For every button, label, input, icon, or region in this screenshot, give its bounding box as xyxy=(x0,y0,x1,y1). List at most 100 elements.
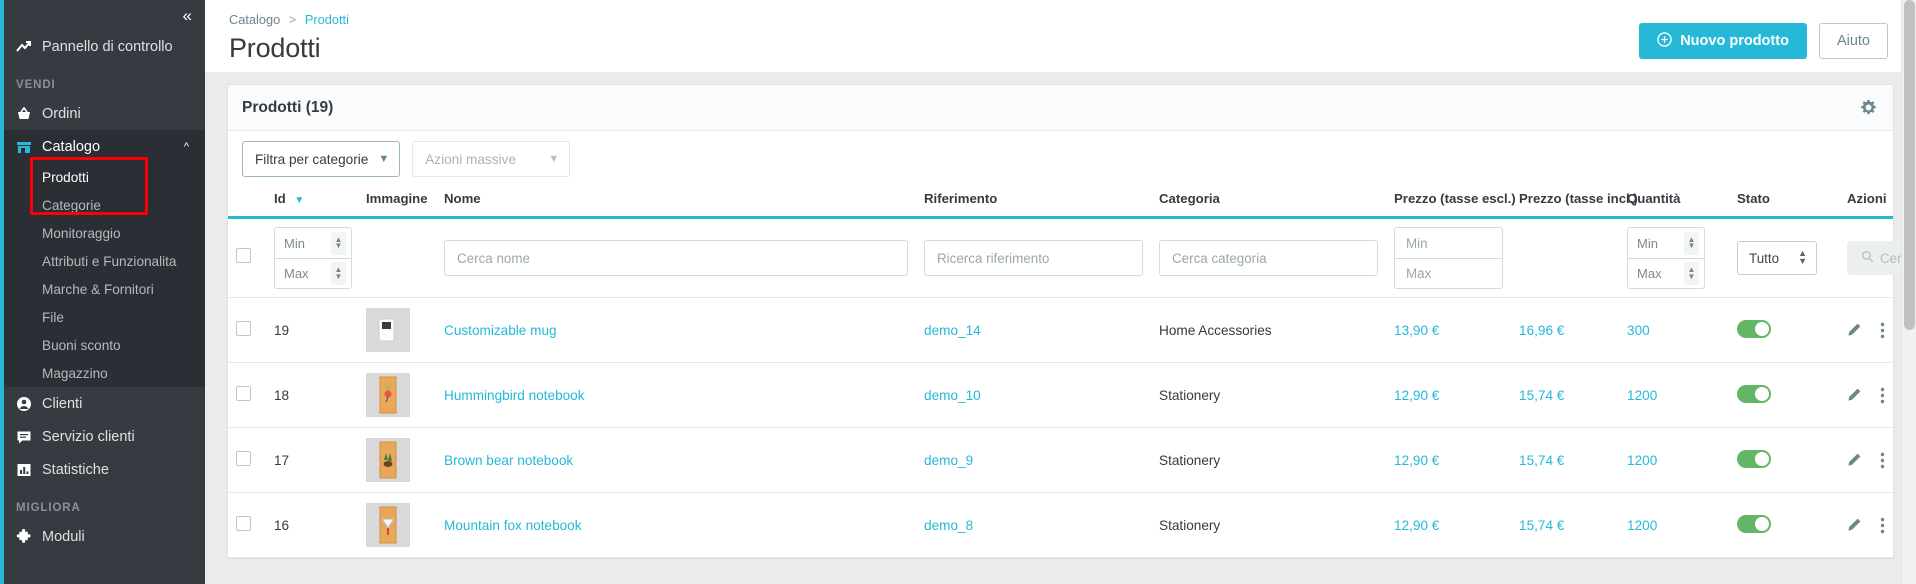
price-excl-min-input[interactable]: Min xyxy=(1394,227,1504,258)
product-thumbnail[interactable] xyxy=(366,373,410,417)
price-incl-value[interactable]: 15,74 € xyxy=(1519,518,1564,533)
quantity-value[interactable]: 1200 xyxy=(1627,388,1657,403)
sidebar-item-moduli[interactable]: Moduli xyxy=(0,520,205,553)
page-scrollbar[interactable] xyxy=(1901,0,1916,584)
select-all-checkbox[interactable] xyxy=(236,248,251,263)
header-category[interactable]: Categoria xyxy=(1151,187,1387,219)
price-excl-value[interactable]: 12,90 € xyxy=(1394,453,1439,468)
price-excl-max-input[interactable]: Max xyxy=(1394,258,1504,289)
breadcrumb-parent[interactable]: Catalogo xyxy=(229,12,280,27)
sidebar-item-servizio-clienti[interactable]: Servizio clienti xyxy=(0,420,205,453)
sidebar-subitem-categorie[interactable]: Categorie xyxy=(0,191,205,219)
gear-icon[interactable] xyxy=(1860,99,1877,116)
new-product-button[interactable]: Nuovo prodotto xyxy=(1639,23,1807,59)
edit-icon[interactable] xyxy=(1846,387,1862,403)
sidebar-subitem-buoni-sconto[interactable]: Buoni sconto xyxy=(0,331,205,359)
status-filter-select[interactable]: Tutto ▲ ▼ xyxy=(1737,241,1818,275)
status-toggle[interactable] xyxy=(1737,384,1772,403)
id-min-input[interactable]: Min ▲ ▼ xyxy=(274,227,352,258)
header-image[interactable]: Immagine xyxy=(358,187,436,219)
sidebar-item-dashboard[interactable]: Pannello di controllo xyxy=(0,30,205,63)
sidebar-item-ordini[interactable]: Ordini xyxy=(0,97,205,130)
reference-search-input[interactable]: Ricerca riferimento xyxy=(924,240,1144,276)
header-id[interactable]: Id ▼ xyxy=(266,187,358,219)
name-search-input[interactable]: Cerca nome xyxy=(444,240,909,276)
more-actions-icon[interactable] xyxy=(1880,387,1885,404)
quantity-value[interactable]: 1200 xyxy=(1627,518,1657,533)
product-name-link[interactable]: Mountain fox notebook xyxy=(444,518,582,533)
product-reference-link[interactable]: demo_10 xyxy=(924,388,981,403)
cell-price-excl: 12,90 € xyxy=(1386,363,1511,428)
sidebar-item-catalogo[interactable]: Catalogo ^ xyxy=(0,130,205,163)
collapse-sidebar-icon[interactable]: « xyxy=(183,7,193,24)
more-actions-icon[interactable] xyxy=(1880,322,1885,339)
sidebar-item-clienti[interactable]: Clienti xyxy=(0,387,205,420)
sidebar-subitem-file[interactable]: File xyxy=(0,303,205,331)
filter-by-category-select[interactable]: Filtra per categorie ▼ xyxy=(242,141,401,177)
product-thumbnail[interactable] xyxy=(366,503,410,547)
product-name-link[interactable]: Brown bear notebook xyxy=(444,453,573,468)
row-checkbox[interactable] xyxy=(236,321,251,336)
header-quantity[interactable]: Quantità xyxy=(1619,187,1730,219)
row-checkbox[interactable] xyxy=(236,386,251,401)
bulk-actions-select[interactable]: Azioni massive ▼ xyxy=(412,141,571,177)
id-max-input[interactable]: Max ▲ ▼ xyxy=(274,258,352,289)
category-search-placeholder: Cerca categoria xyxy=(1172,250,1267,266)
more-actions-icon[interactable] xyxy=(1880,452,1885,469)
table-row[interactable]: 17 Brown bear notebook demo_9 Stationery 12,… xyxy=(228,428,1893,493)
sidebar-subitem-prodotti[interactable]: Prodotti xyxy=(0,163,205,191)
status-toggle[interactable] xyxy=(1737,319,1772,338)
price-incl-value[interactable]: 15,74 € xyxy=(1519,388,1564,403)
header-reference[interactable]: Riferimento xyxy=(916,187,1152,219)
chevron-down-icon[interactable]: ▼ xyxy=(294,195,304,206)
status-toggle[interactable] xyxy=(1737,449,1772,468)
help-button[interactable]: Aiuto xyxy=(1818,23,1888,59)
stepper-icon[interactable]: ▲ ▼ xyxy=(1684,262,1700,285)
scrollbar-thumb[interactable] xyxy=(1904,0,1915,330)
header-name[interactable]: Nome xyxy=(436,187,917,219)
sidebar-subitem-attributi[interactable]: Attributi e Funzionalita xyxy=(0,247,205,275)
price-excl-value[interactable]: 12,90 € xyxy=(1394,518,1439,533)
price-excl-value[interactable]: 12,90 € xyxy=(1394,388,1439,403)
sidebar-item-statistiche[interactable]: Statistiche xyxy=(0,453,205,486)
product-thumbnail[interactable] xyxy=(366,438,410,482)
row-checkbox[interactable] xyxy=(236,451,251,466)
table-row[interactable]: 19 Customizable mug demo_14 Home Accessorie… xyxy=(228,298,1893,363)
quantity-value[interactable]: 1200 xyxy=(1627,453,1657,468)
product-name-link[interactable]: Hummingbird notebook xyxy=(444,388,585,403)
header-price-excl[interactable]: Prezzo (tasse escl.) xyxy=(1386,187,1516,219)
product-reference-link[interactable]: demo_9 xyxy=(924,453,973,468)
more-actions-icon[interactable] xyxy=(1880,517,1885,534)
price-excl-value[interactable]: 13,90 € xyxy=(1394,323,1439,338)
sidebar-subitem-monitoraggio[interactable]: Monitoraggio xyxy=(0,219,205,247)
quantity-min-input[interactable]: Min ▲ ▼ xyxy=(1627,227,1706,258)
price-incl-value[interactable]: 16,96 € xyxy=(1519,323,1564,338)
sidebar-subitem-magazzino[interactable]: Magazzino xyxy=(0,359,205,387)
sidebar-subitem-marche-fornitori[interactable]: Marche & Fornitori xyxy=(0,275,205,303)
product-thumbnail[interactable] xyxy=(366,308,410,352)
header-price-incl[interactable]: Prezzo (tasse incl.) xyxy=(1511,187,1638,219)
edit-icon[interactable] xyxy=(1846,452,1862,468)
sidebar-subitem-label: Marche & Fornitori xyxy=(42,281,154,297)
breadcrumb-current[interactable]: Prodotti xyxy=(305,12,349,27)
product-name-link[interactable]: Customizable mug xyxy=(444,323,557,338)
chevron-up-icon[interactable]: ^ xyxy=(184,141,189,153)
table-row[interactable]: 16 Mountain fox notebook demo_8 Stationery 1… xyxy=(228,493,1893,558)
header-actions: Azioni xyxy=(1839,187,1893,219)
category-search-input[interactable]: Cerca categoria xyxy=(1159,240,1379,276)
stepper-icon[interactable]: ▲ ▼ xyxy=(331,231,346,255)
row-checkbox[interactable] xyxy=(236,516,251,531)
status-toggle[interactable] xyxy=(1737,514,1772,533)
edit-icon[interactable] xyxy=(1846,322,1862,338)
price-incl-value[interactable]: 15,74 € xyxy=(1519,453,1564,468)
edit-icon[interactable] xyxy=(1846,517,1862,533)
stepper-icon[interactable]: ▲ ▼ xyxy=(1684,231,1700,255)
stepper-icon[interactable]: ▲ ▼ xyxy=(331,262,346,285)
table-row[interactable]: 18 Hummingbird notebook demo_10 Stationery 1… xyxy=(228,363,1893,428)
product-reference-link[interactable]: demo_14 xyxy=(924,323,981,338)
quantity-value[interactable]: 300 xyxy=(1627,323,1650,338)
cell-status xyxy=(1729,428,1839,493)
quantity-max-input[interactable]: Max ▲ ▼ xyxy=(1627,258,1706,289)
header-status[interactable]: Stato xyxy=(1729,187,1840,219)
product-reference-link[interactable]: demo_8 xyxy=(924,518,973,533)
